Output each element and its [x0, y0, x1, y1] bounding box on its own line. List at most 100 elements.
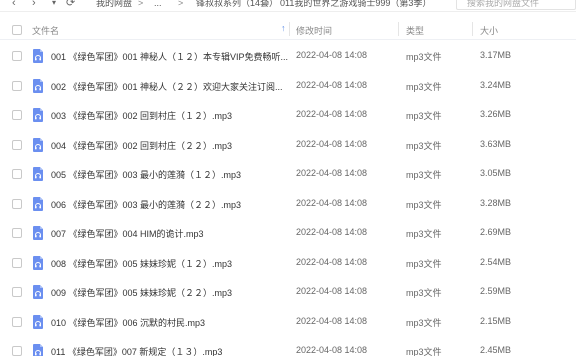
breadcrumb-separator: > — [178, 0, 184, 8]
file-modified-time: 2022-04-08 14:08 — [296, 50, 368, 60]
column-header-size[interactable]: 大小 — [480, 24, 498, 37]
file-modified-time: 2022-04-08 14:08 — [296, 79, 368, 90]
file-size: 2.69MB — [480, 227, 512, 237]
column-divider[interactable] — [289, 22, 290, 36]
file-row[interactable]: 008 《绿色军团》005 妹妹珍妮（１２）.mp3 2022-04-08 14:… — [0, 248, 576, 278]
chevron-right-icon[interactable]: › — [32, 0, 36, 10]
column-header-modified[interactable]: 修改时间 — [296, 24, 332, 37]
row-checkbox[interactable] — [12, 110, 22, 120]
audio-file-icon — [33, 285, 43, 299]
file-type: mp3文件 — [406, 111, 442, 121]
audio-file-icon — [33, 49, 43, 63]
column-header-type[interactable]: 类型 — [406, 24, 424, 37]
file-type: mp3文件 — [406, 52, 442, 62]
audio-file-icon — [33, 344, 43, 356]
file-type: mp3文件 — [406, 288, 442, 298]
select-all-checkbox[interactable] — [12, 25, 22, 35]
file-type: mp3文件 — [406, 317, 442, 328]
audio-file-icon — [33, 226, 43, 240]
row-checkbox[interactable] — [12, 287, 22, 297]
file-row[interactable]: 009 《绿色军团》005 妹妹珍妮（２２）.mp3 2022-04-08 14:… — [0, 277, 576, 307]
file-size: 2.54MB — [480, 256, 512, 267]
file-row[interactable]: 004 《绿色军团》002 回到村庄（２２）.mp3 2022-04-08 14:… — [0, 130, 576, 160]
row-checkbox[interactable] — [12, 51, 22, 61]
row-checkbox[interactable] — [12, 169, 22, 179]
file-type: mp3文件 — [406, 347, 442, 356]
file-list-header: 文件名 ↑ 修改时间 类型 大小 — [0, 18, 576, 40]
file-modified-time: 2022-04-08 14:08 — [296, 197, 368, 208]
row-checkbox[interactable] — [12, 139, 22, 150]
refresh-icon[interactable]: ⟳ — [66, 0, 75, 10]
file-size: 2.15MB — [480, 315, 512, 326]
audio-file-icon — [33, 314, 43, 329]
file-row[interactable]: 011 《绿色军团》007 新规定（１３）.mp3 2022-04-08 14:0… — [0, 336, 576, 356]
audio-file-icon — [33, 196, 43, 211]
file-row[interactable]: 007 《绿色军团》004 HIM的诡计.mp3 2022-04-08 14:08… — [0, 218, 576, 248]
toolbar-divider — [0, 11, 576, 12]
file-row[interactable]: 001 《绿色军团》001 神秘人（１２）本专辑VIP免费畅听... 2022-0… — [0, 41, 576, 71]
row-checkbox[interactable] — [12, 198, 22, 209]
file-size: 3.24MB — [480, 79, 512, 90]
audio-file-icon — [33, 255, 43, 270]
file-name[interactable]: 004 《绿色军团》002 回到村庄（２２）.mp3 — [51, 139, 232, 152]
file-size: 3.63MB — [480, 138, 512, 149]
file-name[interactable]: 002 《绿色军团》001 神秘人（２２）欢迎大家关注订阅... — [51, 80, 283, 93]
file-modified-time: 2022-04-08 14:08 — [296, 227, 368, 237]
row-checkbox[interactable] — [12, 228, 22, 238]
file-row[interactable]: 006 《绿色军团》003 最小的莲漪（２２）.mp3 2022-04-08 14… — [0, 189, 576, 219]
audio-file-icon — [33, 78, 43, 93]
file-name[interactable]: 005 《绿色军团》003 最小的莲漪（１２）.mp3 — [51, 168, 241, 181]
row-checkbox[interactable] — [12, 346, 22, 356]
file-size: 3.28MB — [480, 197, 512, 208]
file-type: mp3文件 — [406, 170, 442, 180]
file-row[interactable]: 010 《绿色军团》006 沉默的村民.mp3 2022-04-08 14:08 m… — [0, 307, 576, 337]
column-divider[interactable] — [398, 22, 399, 36]
row-checkbox[interactable] — [12, 257, 22, 268]
file-row[interactable]: 002 《绿色军团》001 神秘人（２２）欢迎大家关注订阅... 2022-04-… — [0, 71, 576, 101]
sort-up-arrow-icon[interactable]: ↑ — [281, 23, 286, 33]
file-size: 2.45MB — [480, 345, 512, 355]
breadcrumb-item-ellipsis[interactable]: ... — [154, 0, 162, 10]
file-name[interactable]: 010 《绿色军团》006 沉默的村民.mp3 — [51, 316, 205, 329]
row-checkbox[interactable] — [12, 316, 22, 327]
file-size: 2.59MB — [480, 286, 512, 296]
file-name[interactable]: 008 《绿色军团》005 妹妹珍妮（１２）.mp3 — [51, 257, 232, 270]
file-size: 3.26MB — [480, 109, 512, 119]
file-type: mp3文件 — [406, 229, 442, 239]
file-size: 3.17MB — [480, 50, 512, 60]
file-modified-time: 2022-04-08 14:08 — [296, 168, 368, 178]
audio-file-icon — [33, 108, 43, 122]
chevron-left-icon[interactable]: ‹ — [12, 0, 16, 10]
caret-down-icon[interactable]: ▾ — [52, 0, 56, 10]
search-input[interactable]: 搜索我的网盘文件 — [456, 0, 576, 10]
file-name[interactable]: 011 《绿色军团》007 新规定（１３）.mp3 — [51, 345, 222, 356]
file-modified-time: 2022-04-08 14:08 — [296, 315, 368, 326]
file-name[interactable]: 003 《绿色军团》002 回到村庄（１２）.mp3 — [51, 109, 232, 122]
file-name[interactable]: 006 《绿色军团》003 最小的莲漪（２２）.mp3 — [51, 198, 241, 211]
audio-file-icon — [33, 137, 43, 152]
file-row[interactable]: 003 《绿色军团》002 回到村庄（１２）.mp3 2022-04-08 14:… — [0, 100, 576, 130]
file-type: mp3文件 — [406, 140, 442, 151]
file-type: mp3文件 — [406, 81, 442, 92]
breadcrumb-separator: > — [138, 0, 144, 8]
file-type: mp3文件 — [406, 199, 442, 210]
file-modified-time: 2022-04-08 14:08 — [296, 109, 368, 119]
file-modified-time: 2022-04-08 14:08 — [296, 286, 368, 296]
file-modified-time: 2022-04-08 14:08 — [296, 138, 368, 149]
audio-file-icon — [33, 167, 43, 181]
breadcrumb-item-root[interactable]: 我的网盘 — [96, 0, 132, 10]
row-checkbox[interactable] — [12, 80, 22, 91]
top-toolbar: ‹ › ▾ ⟳ 我的网盘 > ... > 锋叔叔系列（14套） > 011我的世… — [0, 0, 576, 12]
file-modified-time: 2022-04-08 14:08 — [296, 345, 368, 355]
file-size: 3.05MB — [480, 168, 512, 178]
file-row[interactable]: 005 《绿色军团》003 最小的莲漪（１２）.mp3 2022-04-08 14… — [0, 159, 576, 189]
file-name[interactable]: 009 《绿色军团》005 妹妹珍妮（２２）.mp3 — [51, 286, 232, 299]
breadcrumb-item-current[interactable]: 011我的世界之游戏骑士999（第3季） — [280, 0, 431, 10]
breadcrumb-separator: > — [264, 0, 270, 8]
file-type: mp3文件 — [406, 258, 442, 269]
file-name[interactable]: 007 《绿色军团》004 HIM的诡计.mp3 — [51, 227, 204, 240]
column-divider[interactable] — [472, 22, 473, 36]
file-modified-time: 2022-04-08 14:08 — [296, 256, 368, 267]
column-header-name[interactable]: 文件名 — [32, 24, 59, 37]
file-name[interactable]: 001 《绿色军团》001 神秘人（１２）本专辑VIP免费畅听... — [51, 50, 288, 63]
